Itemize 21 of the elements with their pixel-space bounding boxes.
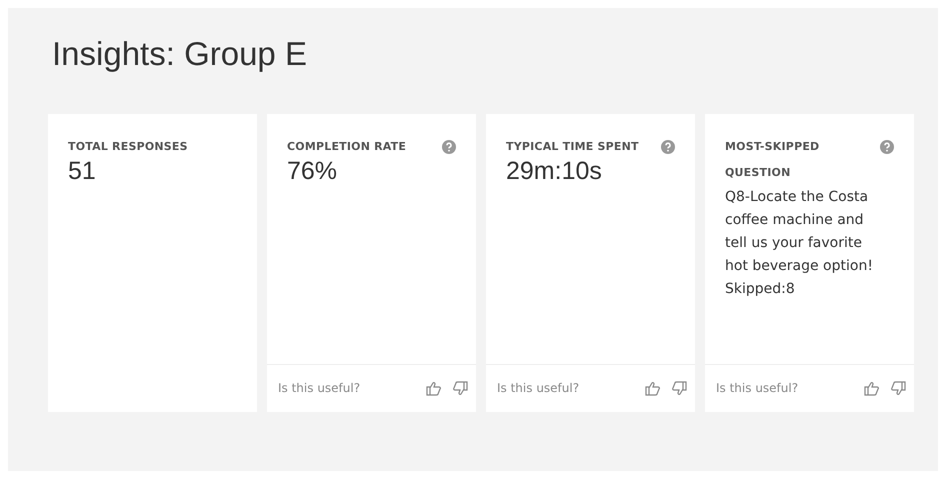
feedback-prompt: Is this useful? bbox=[278, 380, 360, 398]
card-value: 51 bbox=[68, 158, 97, 186]
card-label: TOTAL RESPONSES bbox=[68, 138, 188, 155]
card-label: MOST-SKIPPED QUESTION bbox=[725, 138, 820, 181]
card-value: 29m:10s bbox=[506, 158, 603, 186]
page-title: Insights: Group E bbox=[52, 34, 308, 74]
feedback-prompt: Is this useful? bbox=[497, 380, 580, 398]
thumbs-up-icon[interactable] bbox=[426, 380, 443, 396]
thumbs-down-icon[interactable] bbox=[889, 380, 906, 396]
help-icon[interactable] bbox=[661, 140, 675, 154]
card-label: COMPLETION RATE bbox=[287, 138, 406, 155]
thumbs-up-icon[interactable] bbox=[645, 380, 662, 396]
thumbs-down-icon[interactable] bbox=[451, 380, 468, 396]
card-value: 76% bbox=[287, 158, 338, 186]
help-icon[interactable] bbox=[442, 140, 456, 154]
card-text: Q8-Locate the Costa coffee machine and tell us your favorite hot beverage option! Skipped:8 bbox=[725, 188, 874, 299]
help-icon[interactable] bbox=[880, 140, 894, 154]
card-label: TYPICAL TIME SPENT bbox=[506, 138, 639, 155]
thumbs-down-icon[interactable] bbox=[670, 380, 687, 396]
feedback-prompt: Is this useful? bbox=[716, 380, 798, 398]
thumbs-up-icon[interactable] bbox=[864, 380, 881, 396]
